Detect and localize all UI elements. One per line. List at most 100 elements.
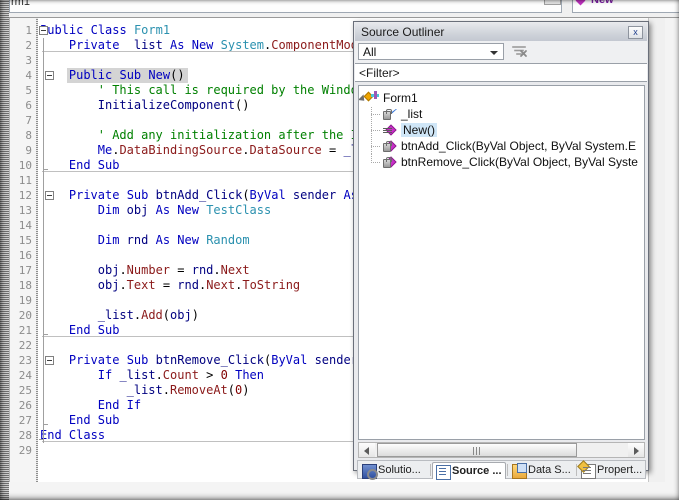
code-line[interactable]: Public Class Form1 (40, 23, 170, 38)
tree-connector (371, 114, 381, 115)
line-number: 8 (25, 129, 32, 142)
tree-item[interactable]: _list (359, 106, 644, 122)
code-line[interactable]: InitializeComponent() (98, 98, 250, 113)
dock-tab-strip: Solutio... Source ... Data S... Propert... (357, 460, 646, 480)
line-number: 9 (25, 144, 32, 157)
filter-scope-value: All (363, 45, 377, 59)
dock-tab-label: Solutio... (378, 464, 421, 476)
outliner-horizontal-scrollbar[interactable] (358, 442, 645, 458)
scrollbar-thumb[interactable] (377, 443, 577, 457)
source-outliner-title: Source Outliner (361, 25, 445, 39)
collapse-region-toggle[interactable] (45, 191, 54, 200)
outline-guide-tick (43, 424, 48, 425)
method-public-icon (383, 123, 397, 137)
chevron-down-icon (490, 51, 498, 55)
code-line[interactable]: _list.RemoveAt(0) (127, 383, 250, 398)
line-number: 20 (18, 309, 32, 322)
source-outliner-titlebar[interactable]: Source Outliner x (355, 23, 647, 42)
line-number: 18 (18, 279, 32, 292)
dock-tab-label: Data S... (528, 464, 571, 476)
collapse-region-toggle[interactable] (45, 71, 54, 80)
line-number: 10 (18, 159, 32, 172)
line-number: 16 (18, 249, 32, 262)
line-number-gutter: 1 2 3 4 5 6 7 8 9 10 11 12 13 14 15 16 17 18 19 20 21 22 23 24 2… (10, 17, 36, 482)
dock-tab-solutio[interactable]: Solutio... (359, 462, 429, 480)
outline-guide-tick (43, 169, 48, 170)
code-line[interactable]: _list.Add(obj) (98, 308, 199, 323)
tree-item-label: New() (401, 123, 437, 137)
line-number: 29 (18, 444, 32, 457)
window-left-gutter (0, 0, 9, 500)
tab-separator (507, 464, 508, 476)
filter-scope-dropdown[interactable]: All (358, 43, 504, 60)
tree-item[interactable]: New() (359, 122, 644, 138)
source-outliner-icon (436, 465, 451, 480)
line-number: 19 (18, 294, 32, 307)
tree-connector (371, 130, 381, 131)
method-private-icon (383, 155, 397, 169)
code-line[interactable]: Public Sub New() (69, 68, 185, 83)
line-number: 2 (25, 39, 32, 52)
code-line[interactable]: Dim obj As New TestClass (98, 203, 271, 218)
tree-item[interactable]: Form1 (359, 90, 644, 106)
collapse-region-toggle[interactable] (39, 26, 48, 35)
class-dropdown[interactable] (9, 0, 562, 13)
line-number: 21 (18, 324, 32, 337)
line-number: 26 (18, 399, 32, 412)
line-number: 17 (18, 264, 32, 277)
clear-filter-icon[interactable] (511, 43, 529, 60)
line-number: 22 (18, 339, 32, 352)
line-number: 7 (25, 114, 32, 127)
line-number: 4 (25, 69, 32, 82)
filter-input[interactable]: <Filter> (355, 63, 647, 82)
dock-tab-label: Source ... (452, 465, 502, 477)
code-line[interactable]: obj.Text = rnd.Next.ToString (98, 278, 300, 293)
outline-guide-tick (39, 439, 44, 440)
line-number: 23 (18, 354, 32, 367)
class-icon (363, 91, 379, 105)
tree-item-label: _list (401, 107, 423, 121)
field-private-icon (383, 107, 397, 121)
outliner-tree[interactable]: Form1 _list New() btnAdd_Click(ByVal Object… (358, 85, 645, 440)
editor-document-tab-label: rm1 (11, 0, 30, 8)
code-line[interactable]: If _list.Count > 0 Then (98, 368, 264, 383)
line-number: 25 (18, 384, 32, 397)
line-number: 28 (18, 429, 32, 442)
source-outliner-toolbar: All (355, 41, 647, 64)
tree-item-label: btnAdd_Click(ByVal Object, ByVal System.… (401, 139, 636, 153)
code-line[interactable]: Dim rnd As New Random (98, 233, 250, 248)
tab-separator (430, 464, 431, 476)
solution-explorer-icon (362, 464, 378, 480)
member-dropdown-value: New (591, 0, 614, 6)
tree-item[interactable]: btnRemove_Click(ByVal Object, ByVal Syst… (359, 154, 644, 170)
ide-bottom-strip (9, 482, 679, 500)
outline-guide-tick (43, 334, 48, 335)
code-line[interactable]: Me.DataBindingSource.DataSource = _list (98, 143, 380, 158)
tree-connector (371, 146, 381, 147)
code-line[interactable]: obj.Number = rnd.Next (98, 263, 250, 278)
dock-tab-label: Propert... (597, 464, 643, 476)
chevron-right-icon[interactable] (628, 443, 644, 457)
collapse-region-toggle[interactable] (45, 356, 54, 365)
line-number: 14 (18, 219, 32, 232)
code-line[interactable]: End Sub (69, 413, 120, 428)
line-number: 15 (18, 234, 32, 247)
editor-document-tab[interactable]: rm1 (11, 0, 30, 8)
outline-guide-line (43, 38, 44, 443)
chevron-down-icon[interactable] (544, 0, 561, 5)
method-diamond-icon (575, 0, 586, 6)
chevron-left-icon[interactable] (359, 443, 375, 457)
filter-input-value: <Filter> (359, 66, 400, 80)
dock-tab-propert[interactable]: Propert... (578, 462, 650, 479)
close-icon[interactable]: x (628, 26, 643, 39)
tree-item[interactable]: btnAdd_Click(ByVal Object, ByVal System.… (359, 138, 644, 154)
editor-vertical-scrollbar[interactable] (648, 17, 665, 482)
line-number: 13 (18, 204, 32, 217)
dock-tab-source[interactable]: Source ... (432, 462, 506, 480)
member-dropdown[interactable]: New (572, 0, 679, 13)
dock-tab-datas[interactable]: Data S... (509, 462, 575, 479)
line-number: 24 (18, 369, 32, 382)
code-line[interactable]: End If (98, 398, 141, 413)
line-number: 1 (25, 24, 32, 37)
vs-ide-window: 1 2 3 4 5 6 7 8 9 10 11 12 13 14 15 16 17 18 19 20 21 22 23 24 2… (0, 0, 679, 500)
